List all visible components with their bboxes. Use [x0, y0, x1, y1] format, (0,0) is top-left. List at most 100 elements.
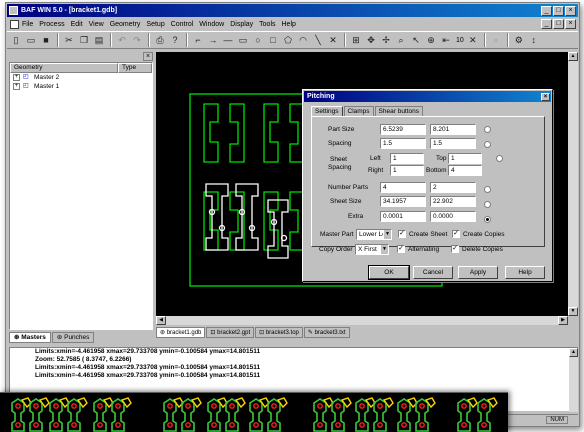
diagonal-line-icon[interactable]: ╲: [311, 33, 325, 47]
move-icon[interactable]: ✥: [364, 33, 378, 47]
scroll-up-icon[interactable]: ▲: [568, 52, 578, 61]
tree-node-master-2[interactable]: + ◰ Master 2: [10, 73, 152, 82]
expand-icon[interactable]: +: [13, 74, 20, 81]
spacing-top-field[interactable]: 1: [448, 153, 482, 164]
mdi-close-button[interactable]: ×: [565, 19, 576, 29]
column-type[interactable]: Type: [118, 63, 152, 73]
select-icon[interactable]: ↖: [409, 33, 423, 47]
part-size-x-field[interactable]: 6.5239: [380, 124, 426, 135]
doc-tab-bracket3-txt[interactable]: ✎ bracket3.txt: [303, 327, 350, 338]
doc-tab-bracket3-top[interactable]: ⊡ bracket3.top: [255, 327, 303, 338]
line-icon[interactable]: —: [221, 33, 235, 47]
chevron-down-icon[interactable]: ▼: [380, 245, 388, 254]
copy-order-select[interactable]: X First ▼: [355, 244, 389, 255]
zoom-in-icon[interactable]: ⊕: [424, 33, 438, 47]
scroll-left-icon[interactable]: ◀: [156, 316, 166, 325]
grid-icon[interactable]: ⊞: [349, 33, 363, 47]
menu-geometry[interactable]: Geometry: [110, 21, 141, 28]
spacing-left-field[interactable]: 1: [390, 153, 424, 164]
cut-icon[interactable]: ✂: [62, 33, 76, 47]
paste-icon[interactable]: ▤: [92, 33, 106, 47]
extra-x-field[interactable]: 0.0001: [380, 211, 426, 222]
copy-icon[interactable]: ❐: [77, 33, 91, 47]
settings-icon[interactable]: ⚙: [512, 33, 526, 47]
extra-y-field[interactable]: 0.0000: [430, 211, 476, 222]
master-part-select[interactable]: Lower Left ▼: [356, 229, 392, 240]
tree-node-master-1[interactable]: + ◰ Master 1: [10, 82, 152, 91]
dialog-title-bar[interactable]: Pitching ×: [304, 91, 551, 102]
doc-tab-bracket2[interactable]: ⊡ bracket2.gpt: [206, 327, 255, 338]
close-view-icon[interactable]: ✕: [466, 33, 480, 47]
tab-punches[interactable]: ⊛ Punches: [51, 332, 95, 343]
apply-button[interactable]: Apply: [458, 266, 498, 279]
delete-copies-checkbox[interactable]: ✓: [451, 245, 459, 253]
menu-window[interactable]: Window: [199, 21, 224, 28]
arc-icon[interactable]: ◠: [296, 33, 310, 47]
circle-icon[interactable]: ○: [251, 33, 265, 47]
scroll-right-icon[interactable]: ▶: [558, 316, 568, 325]
tab-masters[interactable]: ⊛ Masters: [9, 332, 51, 343]
vertical-scrollbar[interactable]: ▲ ▼: [568, 52, 578, 316]
number-parts-y-field[interactable]: 2: [430, 182, 476, 193]
undo-icon[interactable]: ↶: [115, 33, 129, 47]
sheet-spacing-radio[interactable]: [496, 155, 503, 162]
document-icon[interactable]: [10, 19, 19, 29]
tab-shear-buttons[interactable]: Shear buttons: [374, 106, 424, 116]
console-scrollbar[interactable]: ▲: [569, 348, 578, 412]
doc-tab-bracket1[interactable]: ⊛ bracket1.gdb: [156, 327, 206, 338]
sheet-size-radio[interactable]: [484, 201, 491, 208]
arrow-right-icon[interactable]: →: [206, 33, 220, 47]
menu-setup[interactable]: Setup: [146, 21, 164, 28]
menu-help[interactable]: Help: [282, 21, 296, 28]
zoom-out-arrow-icon[interactable]: ⇤: [439, 33, 453, 47]
close-button[interactable]: ×: [565, 5, 576, 16]
delete-icon[interactable]: ✕: [326, 33, 340, 47]
pan-icon[interactable]: ✢: [379, 33, 393, 47]
sheet-size-x-field[interactable]: 34.1957: [380, 196, 426, 207]
menu-tools[interactable]: Tools: [259, 21, 275, 28]
spacing-x-field[interactable]: 1.5: [380, 138, 426, 149]
tab-settings[interactable]: Settings: [311, 106, 343, 116]
title-bar[interactable]: BAF WIN 5.0 - [bracket1.gdb] _ □ ×: [7, 4, 578, 17]
redo-icon[interactable]: ↷: [130, 33, 144, 47]
zoom-icon[interactable]: ⌕: [394, 33, 408, 47]
scroll-up-icon[interactable]: ▲: [569, 348, 578, 357]
part-size-y-field[interactable]: 8.201: [430, 124, 476, 135]
help-button[interactable]: Help: [505, 266, 545, 279]
sheet-size-y-field[interactable]: 22.902: [430, 196, 476, 207]
tab-clamps[interactable]: Clamps: [343, 106, 374, 116]
menu-process[interactable]: Process: [39, 21, 64, 28]
spacing-radio[interactable]: [484, 141, 491, 148]
dialog-close-button[interactable]: ×: [541, 92, 550, 101]
open-folder-icon[interactable]: ▭: [24, 33, 38, 47]
spacing-right-field[interactable]: 1: [390, 165, 424, 176]
ok-button[interactable]: OK: [368, 265, 410, 280]
help-pointer-icon[interactable]: ?: [168, 33, 182, 47]
save-icon[interactable]: ■: [39, 33, 53, 47]
menu-file[interactable]: File: [22, 21, 33, 28]
context-help-icon[interactable]: ↕: [527, 33, 541, 47]
zoom-value[interactable]: 10: [456, 37, 464, 44]
menu-edit[interactable]: Edit: [71, 21, 83, 28]
column-geometry[interactable]: Geometry: [10, 63, 118, 73]
number-parts-radio[interactable]: [484, 186, 491, 193]
extra-radio[interactable]: [484, 216, 491, 223]
part-size-radio[interactable]: [484, 126, 491, 133]
create-copies-checkbox[interactable]: ✓: [452, 230, 460, 238]
rectangle-icon[interactable]: ▭: [236, 33, 250, 47]
menu-control[interactable]: Control: [171, 21, 194, 28]
mdi-restore-button[interactable]: □: [553, 19, 564, 29]
alternating-checkbox[interactable]: ✓: [397, 245, 405, 253]
new-file-icon[interactable]: ▯: [9, 33, 23, 47]
horizontal-scrollbar[interactable]: ◀ ▶: [156, 316, 568, 325]
number-parts-x-field[interactable]: 4: [380, 182, 426, 193]
polygon-icon[interactable]: ⬠: [281, 33, 295, 47]
menu-view[interactable]: View: [89, 21, 104, 28]
scroll-down-icon[interactable]: ▼: [568, 307, 578, 316]
square-icon[interactable]: □: [266, 33, 280, 47]
create-sheet-checkbox[interactable]: ✓: [398, 230, 406, 238]
minimize-button[interactable]: _: [541, 5, 552, 16]
cancel-button[interactable]: Cancel: [413, 266, 453, 279]
spacing-bottom-field[interactable]: 4: [448, 165, 482, 176]
draw-polyline-icon[interactable]: ⌐: [191, 33, 205, 47]
